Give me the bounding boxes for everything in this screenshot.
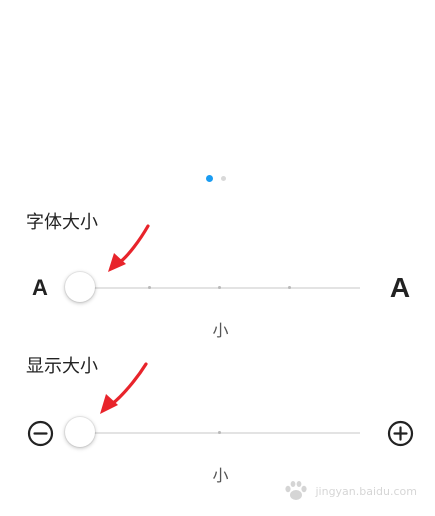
plus-circle-icon[interactable]: [386, 413, 414, 453]
large-font-letter: A: [389, 272, 411, 303]
page-indicator-dot-inactive: [221, 175, 226, 181]
page-indicator: [206, 173, 226, 183]
font-size-tick: [218, 286, 222, 289]
display-size-value-text: 小: [212, 466, 229, 485]
font-size-tick: [148, 286, 152, 289]
plus-circle-icon-graphic: [387, 420, 413, 446]
font-size-value: 小: [0, 321, 435, 341]
small-font-icon: A: [28, 268, 52, 308]
watermark-text: jingyan.baidu.com: [315, 484, 417, 498]
font-size-slider-row: A A: [0, 268, 435, 308]
font-size-tick: [288, 286, 292, 289]
paw-logo-icon: [285, 481, 308, 500]
minus-circle-icon[interactable]: [26, 413, 54, 453]
display-size-slider-track[interactable]: [66, 431, 360, 434]
minus-circle-icon-graphic: [27, 420, 53, 446]
display-size-tick: [218, 431, 222, 434]
watermark: jingyan.baidu.com: [283, 480, 417, 502]
font-size-value-text: 小: [212, 321, 229, 340]
annotation-arrow-icon: [100, 362, 148, 414]
font-size-slider-track[interactable]: [66, 286, 360, 289]
page-indicator-dot-active: [206, 174, 213, 182]
annotation-arrow-icon: [108, 224, 150, 272]
font-size-title: 字体大小: [26, 212, 98, 233]
font-size-slider-thumb[interactable]: [65, 272, 95, 302]
display-size-slider-row: [0, 413, 435, 453]
large-font-icon: A: [386, 268, 414, 308]
small-font-letter: A: [32, 275, 48, 300]
